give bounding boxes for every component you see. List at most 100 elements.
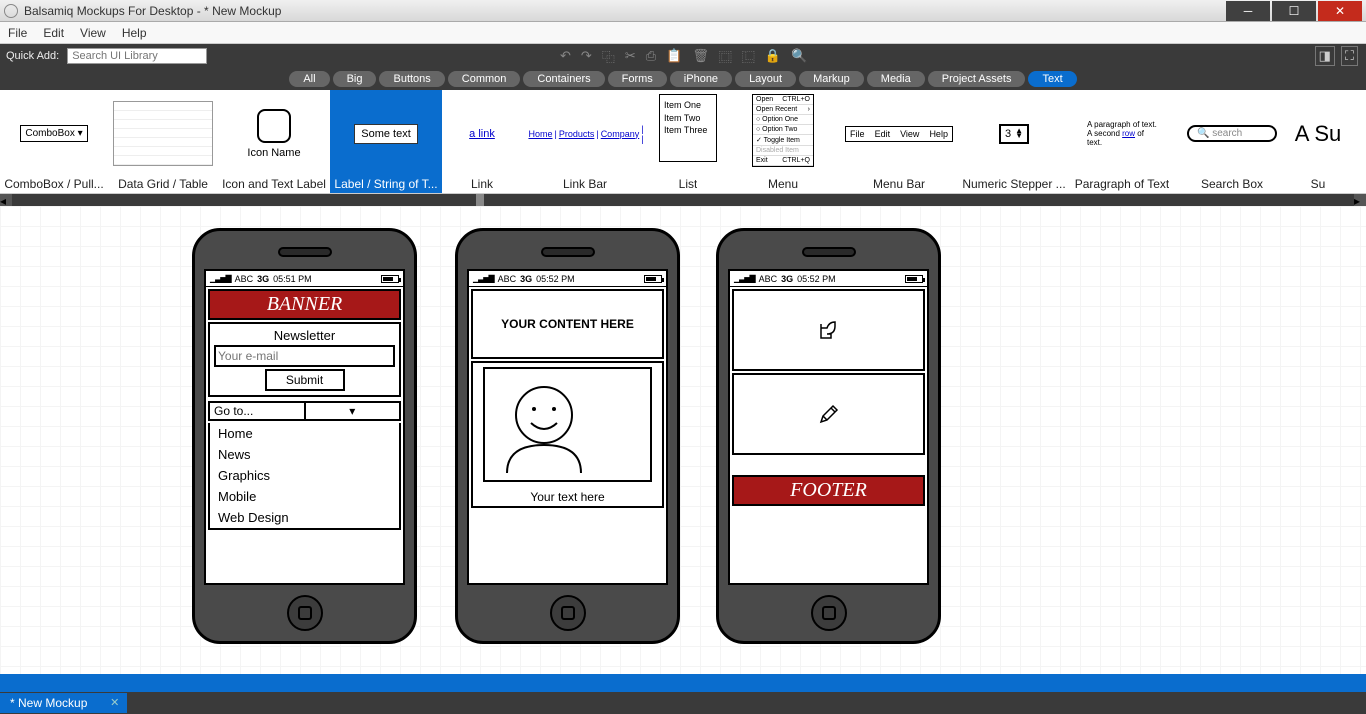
home-button[interactable] bbox=[550, 595, 586, 631]
cut-icon[interactable]: ✂ bbox=[625, 48, 636, 64]
goto-dropdown[interactable]: Go to... ▾ bbox=[208, 401, 401, 421]
status-bar: ▁▃▅▇ ABC 3G 05:52 PM bbox=[730, 271, 927, 287]
phone-speaker bbox=[541, 247, 595, 257]
category-common[interactable]: Common bbox=[448, 71, 521, 87]
edit-box[interactable] bbox=[732, 373, 925, 455]
category-forms[interactable]: Forms bbox=[608, 71, 667, 87]
list-item[interactable]: Mobile bbox=[210, 486, 399, 507]
rounded-square-icon bbox=[257, 109, 291, 143]
iphone-mockup-3[interactable]: ▁▃▅▇ ABC 3G 05:52 PM FOOTER bbox=[716, 228, 941, 644]
quick-add-input[interactable] bbox=[67, 48, 207, 64]
lib-linkbar[interactable]: Home|Products|Company| | Link Bar bbox=[522, 90, 648, 193]
search-icon[interactable]: 🔍 bbox=[791, 48, 807, 64]
person-icon bbox=[489, 373, 599, 473]
status-bar: ▁▃▅▇ ABC 3G 05:51 PM bbox=[206, 271, 403, 287]
footer-banner[interactable]: FOOTER bbox=[732, 475, 925, 506]
submit-button[interactable]: Submit bbox=[265, 369, 345, 391]
category-media[interactable]: Media bbox=[867, 71, 925, 87]
menu-help[interactable]: Help bbox=[122, 26, 147, 40]
page-list: Home News Graphics Mobile Web Design bbox=[208, 423, 401, 530]
email-input[interactable] bbox=[214, 345, 395, 367]
battery-icon bbox=[905, 275, 923, 283]
signal-icon: ▁▃▅▇ bbox=[210, 274, 231, 283]
twitter-icon bbox=[817, 318, 841, 342]
category-iphone[interactable]: iPhone bbox=[670, 71, 732, 87]
image-card[interactable]: Your text here bbox=[471, 361, 664, 508]
footer-bar bbox=[0, 674, 1366, 692]
lib-icon-text[interactable]: Icon Name Icon and Text Label bbox=[218, 90, 330, 193]
menu-view[interactable]: View bbox=[80, 26, 106, 40]
window-close-button[interactable]: ✕ bbox=[1318, 1, 1362, 21]
phone-screen-2: ▁▃▅▇ ABC 3G 05:52 PM YOUR CONTENT HERE bbox=[467, 269, 668, 585]
phone-speaker bbox=[278, 247, 332, 257]
twitter-box[interactable] bbox=[732, 289, 925, 371]
redo-icon[interactable]: ↷ bbox=[581, 48, 592, 64]
document-tab[interactable]: * New Mockup ✕ bbox=[0, 693, 127, 713]
lib-menubar[interactable]: FileEditViewHelp Menu Bar bbox=[838, 90, 960, 193]
content-placeholder[interactable]: YOUR CONTENT HERE bbox=[471, 289, 664, 359]
pencil-icon bbox=[817, 402, 841, 426]
lib-combobox[interactable]: ComboBox ▾ ComboBox / Pull... bbox=[0, 90, 108, 193]
app-icon bbox=[4, 4, 18, 18]
chevron-down-icon: ▾ bbox=[304, 403, 400, 419]
lib-list[interactable]: Item OneItem TwoItem Three List bbox=[648, 90, 728, 193]
category-bar: All Big Buttons Common Containers Forms … bbox=[0, 68, 1366, 90]
iphone-mockup-1[interactable]: ▁▃▅▇ ABC 3G 05:51 PM BANNER Newsletter S… bbox=[192, 228, 417, 644]
lib-searchbox[interactable]: 🔍 search Search Box bbox=[1176, 90, 1288, 193]
toggle-view-icon[interactable]: ◨ bbox=[1315, 46, 1335, 66]
category-all[interactable]: All bbox=[289, 71, 329, 87]
menu-edit[interactable]: Edit bbox=[43, 26, 64, 40]
iphone-mockup-2[interactable]: ▁▃▅▇ ABC 3G 05:52 PM YOUR CONTENT HERE bbox=[455, 228, 680, 644]
menu-file[interactable]: File bbox=[8, 26, 27, 40]
lib-link[interactable]: a link Link bbox=[442, 90, 522, 193]
window-title: Balsamiq Mockups For Desktop - * New Moc… bbox=[24, 4, 1224, 18]
copy-icon[interactable]: ⿻ bbox=[602, 47, 615, 66]
group-icon[interactable]: ⿴ bbox=[719, 47, 732, 66]
signal-icon: ▁▃▅▇ bbox=[473, 274, 494, 283]
lib-datagrid[interactable]: Data Grid / Table bbox=[108, 90, 218, 193]
clipboard-icon[interactable]: 📋 bbox=[666, 48, 682, 64]
banner[interactable]: BANNER bbox=[208, 289, 401, 320]
horizontal-ruler[interactable]: ◂ ▸ bbox=[0, 194, 1366, 206]
scroll-left-button[interactable]: ◂ bbox=[0, 194, 12, 206]
lib-paragraph[interactable]: A paragraph of text.A second row of text… bbox=[1068, 90, 1176, 193]
home-button[interactable] bbox=[811, 595, 847, 631]
category-project-assets[interactable]: Project Assets bbox=[928, 71, 1026, 87]
phone-screen-3: ▁▃▅▇ ABC 3G 05:52 PM FOOTER bbox=[728, 269, 929, 585]
list-item[interactable]: News bbox=[210, 444, 399, 465]
category-layout[interactable]: Layout bbox=[735, 71, 796, 87]
undo-icon[interactable]: ↶ bbox=[560, 48, 571, 64]
quick-add-label: Quick Add: bbox=[6, 50, 59, 62]
category-buttons[interactable]: Buttons bbox=[379, 71, 444, 87]
ungroup-icon[interactable]: ⿺ bbox=[742, 47, 755, 66]
mockup-canvas[interactable]: ▁▃▅▇ ABC 3G 05:51 PM BANNER Newsletter S… bbox=[0, 206, 1366, 674]
close-tab-icon[interactable]: ✕ bbox=[110, 696, 119, 709]
fullscreen-icon[interactable]: ⛶ bbox=[1341, 46, 1358, 66]
lib-subtitle[interactable]: A Su Su bbox=[1288, 90, 1348, 193]
lib-menu[interactable]: OpenCTRL+O Open Recent› ○ Option One ○ O… bbox=[728, 90, 838, 193]
home-button[interactable] bbox=[287, 595, 323, 631]
list-item[interactable]: Home bbox=[210, 423, 399, 444]
window-titlebar: Balsamiq Mockups For Desktop - * New Moc… bbox=[0, 0, 1366, 22]
menu-bar: File Edit View Help bbox=[0, 22, 1366, 44]
category-markup[interactable]: Markup bbox=[799, 71, 864, 87]
paste-icon[interactable]: ⎙ bbox=[646, 48, 656, 64]
scroll-right-button[interactable]: ▸ bbox=[1354, 194, 1366, 206]
delete-icon[interactable]: 🗑 bbox=[692, 48, 709, 64]
window-minimize-button[interactable]: ─ bbox=[1226, 1, 1270, 21]
lib-stepper[interactable]: 3▲▼ Numeric Stepper ... bbox=[960, 90, 1068, 193]
list-item[interactable]: Graphics bbox=[210, 465, 399, 486]
category-containers[interactable]: Containers bbox=[523, 71, 604, 87]
lib-label[interactable]: Some text Label / String of T... bbox=[330, 90, 442, 193]
lock-icon[interactable]: 🔒 bbox=[765, 48, 781, 64]
list-item[interactable]: Web Design bbox=[210, 507, 399, 528]
window-maximize-button[interactable]: ☐ bbox=[1272, 1, 1316, 21]
image-frame bbox=[483, 367, 652, 482]
category-big[interactable]: Big bbox=[333, 71, 377, 87]
ruler-marker[interactable] bbox=[476, 194, 484, 206]
newsletter-box: Newsletter Submit bbox=[208, 322, 401, 397]
category-text[interactable]: Text bbox=[1028, 71, 1076, 87]
newsletter-heading: Newsletter bbox=[214, 328, 395, 343]
toolbar-icons: ↶ ↷ ⿻ ✂ ⎙ 📋 🗑 ⿴ ⿺ 🔒 🔍 bbox=[560, 47, 807, 66]
signal-icon: ▁▃▅▇ bbox=[734, 274, 755, 283]
